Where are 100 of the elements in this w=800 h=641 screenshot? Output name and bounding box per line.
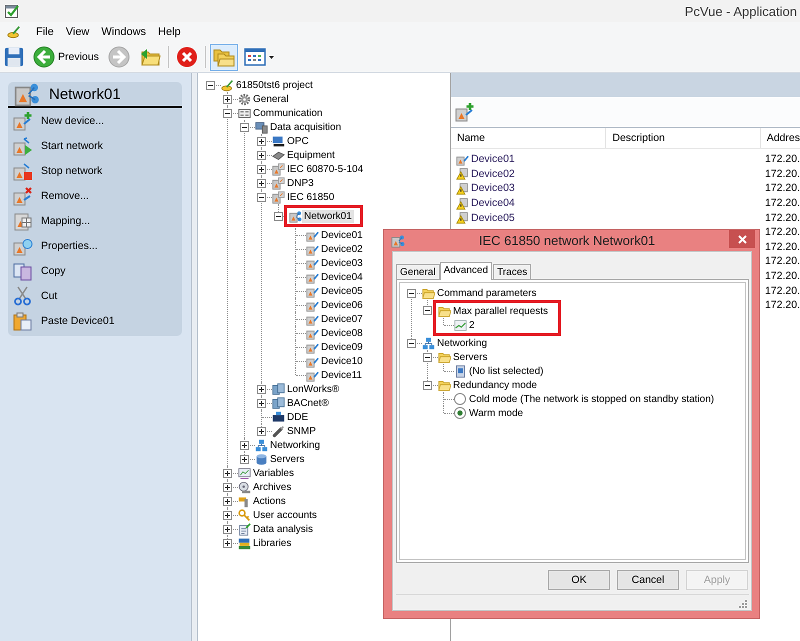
tree-item[interactable]: Network01 bbox=[302, 210, 354, 222]
collapse-toggle[interactable] bbox=[223, 108, 232, 118]
tree-item[interactable]: Archives bbox=[251, 480, 294, 494]
expand-toggle[interactable] bbox=[257, 164, 266, 174]
save-icon bbox=[4, 47, 24, 67]
tree-item[interactable]: Device01 bbox=[319, 228, 365, 242]
tree-item[interactable]: Device03 bbox=[319, 256, 365, 270]
tree-item[interactable]: Data analysis bbox=[251, 522, 316, 536]
add-device-button[interactable] bbox=[454, 101, 476, 123]
tree-item[interactable]: 61850tst6 project bbox=[234, 78, 315, 92]
collapse-toggle[interactable] bbox=[407, 288, 416, 298]
collapse-toggle[interactable] bbox=[423, 306, 432, 315]
tree-item[interactable]: IEC 61850 bbox=[285, 190, 336, 204]
tree-item[interactable]: Networking bbox=[435, 336, 490, 350]
expand-toggle[interactable] bbox=[223, 496, 232, 506]
menu-item[interactable]: View bbox=[60, 24, 96, 40]
tree-item[interactable]: Device07 bbox=[319, 312, 365, 326]
column-header[interactable]: Description bbox=[606, 128, 761, 148]
task-item[interactable]: Start network bbox=[8, 133, 182, 158]
tree-item[interactable]: Device04 bbox=[319, 270, 365, 284]
expand-toggle[interactable] bbox=[223, 468, 232, 478]
expand-toggle[interactable] bbox=[257, 150, 266, 160]
collapse-toggle[interactable] bbox=[257, 192, 266, 202]
radio-button[interactable] bbox=[454, 393, 466, 405]
scissors-icon bbox=[13, 286, 33, 306]
tree-item[interactable]: LonWorks® bbox=[285, 382, 342, 396]
tree-item[interactable]: General bbox=[251, 92, 291, 106]
column-header[interactable]: Addres bbox=[760, 128, 800, 148]
tree-item[interactable]: IEC 60870-5-104 bbox=[285, 162, 366, 176]
tree-item[interactable]: Warm mode bbox=[467, 406, 526, 420]
expand-toggle[interactable] bbox=[240, 440, 249, 450]
collapse-toggle[interactable] bbox=[240, 122, 249, 132]
hammer-icon bbox=[238, 494, 251, 508]
tree-item[interactable]: BACnet® bbox=[285, 396, 331, 410]
previous-button[interactable]: Previous bbox=[30, 44, 102, 70]
expand-toggle[interactable] bbox=[223, 482, 232, 492]
menu-item[interactable]: Help bbox=[152, 24, 187, 40]
close-button[interactable] bbox=[729, 230, 755, 248]
tab[interactable]: Traces bbox=[493, 264, 532, 279]
tree-item[interactable]: Device08 bbox=[319, 326, 365, 340]
tree-item[interactable]: Actions bbox=[251, 494, 288, 508]
menu-item[interactable]: Windows bbox=[95, 24, 152, 40]
tree-item[interactable]: Data acquisition bbox=[268, 120, 344, 134]
expand-toggle[interactable] bbox=[223, 94, 232, 104]
dialog-button[interactable]: OK bbox=[548, 570, 610, 590]
tree-item[interactable]: Variables bbox=[251, 466, 296, 480]
tree-item[interactable]: DNP3 bbox=[285, 176, 316, 190]
task-item[interactable]: Cut bbox=[8, 283, 182, 308]
tree-item[interactable]: 2 bbox=[467, 318, 477, 332]
tree-item[interactable]: Servers bbox=[268, 452, 306, 466]
collapse-toggle[interactable] bbox=[206, 80, 215, 90]
task-item[interactable]: Properties... bbox=[8, 233, 182, 258]
tree-item[interactable]: Device10 bbox=[319, 354, 365, 368]
tree-item[interactable]: Redundancy mode bbox=[451, 378, 539, 392]
tab[interactable]: Advanced bbox=[440, 262, 492, 280]
tree-item[interactable]: Device06 bbox=[319, 298, 365, 312]
expand-toggle[interactable] bbox=[223, 538, 232, 548]
expand-toggle[interactable] bbox=[223, 524, 232, 534]
tree-item[interactable]: User accounts bbox=[251, 508, 319, 522]
radio-button[interactable] bbox=[454, 407, 466, 419]
menu-item[interactable]: File bbox=[30, 24, 60, 40]
collapse-toggle[interactable] bbox=[423, 380, 432, 390]
tree-item[interactable]: Libraries bbox=[251, 536, 294, 550]
tree-item[interactable]: Communication bbox=[251, 106, 324, 120]
collapse-toggle[interactable] bbox=[274, 212, 283, 220]
tree-item[interactable]: Networking bbox=[268, 438, 322, 452]
expand-toggle[interactable] bbox=[257, 426, 266, 436]
folders-button[interactable] bbox=[210, 44, 238, 70]
tree-item[interactable]: OPC bbox=[285, 134, 311, 148]
tree-item[interactable]: Device09 bbox=[319, 340, 365, 354]
tree-item[interactable]: Servers bbox=[451, 350, 490, 364]
task-item[interactable]: Paste Device01 bbox=[8, 308, 182, 333]
collapse-toggle[interactable] bbox=[407, 338, 416, 348]
tree-item[interactable]: Max parallel requests bbox=[451, 304, 550, 318]
tree-item[interactable]: Command parameters bbox=[435, 286, 538, 300]
tab[interactable]: General bbox=[396, 264, 440, 279]
expand-toggle[interactable] bbox=[223, 510, 232, 520]
tree-item[interactable]: (No list selected) bbox=[467, 364, 546, 378]
server-rack-icon bbox=[272, 382, 285, 396]
expand-toggle[interactable] bbox=[257, 384, 266, 394]
tree-item[interactable]: Device05 bbox=[319, 284, 365, 298]
tree-item[interactable]: Cold mode (The network is stopped on standby station) bbox=[467, 392, 716, 406]
expand-toggle[interactable] bbox=[257, 178, 266, 188]
expand-toggle[interactable] bbox=[257, 136, 266, 146]
task-item[interactable]: New device... bbox=[8, 108, 182, 133]
expand-toggle[interactable] bbox=[240, 454, 249, 464]
tree-item[interactable]: Device11 bbox=[319, 368, 364, 382]
task-item[interactable]: Stop network bbox=[8, 158, 182, 183]
column-header[interactable]: Name bbox=[451, 128, 606, 148]
tree-item[interactable]: Device02 bbox=[319, 242, 365, 256]
dialog-button[interactable]: Cancel bbox=[617, 570, 679, 590]
tree-item[interactable]: Equipment bbox=[285, 148, 337, 162]
task-item[interactable]: Mapping... bbox=[8, 208, 182, 233]
tree-item[interactable]: SNMP bbox=[285, 424, 318, 438]
folder-icon bbox=[438, 378, 451, 392]
tree-item[interactable]: DDE bbox=[285, 410, 310, 424]
collapse-toggle[interactable] bbox=[423, 352, 432, 362]
expand-toggle[interactable] bbox=[257, 398, 266, 408]
task-item[interactable]: Copy bbox=[8, 258, 182, 283]
task-item[interactable]: Remove... bbox=[8, 183, 182, 208]
